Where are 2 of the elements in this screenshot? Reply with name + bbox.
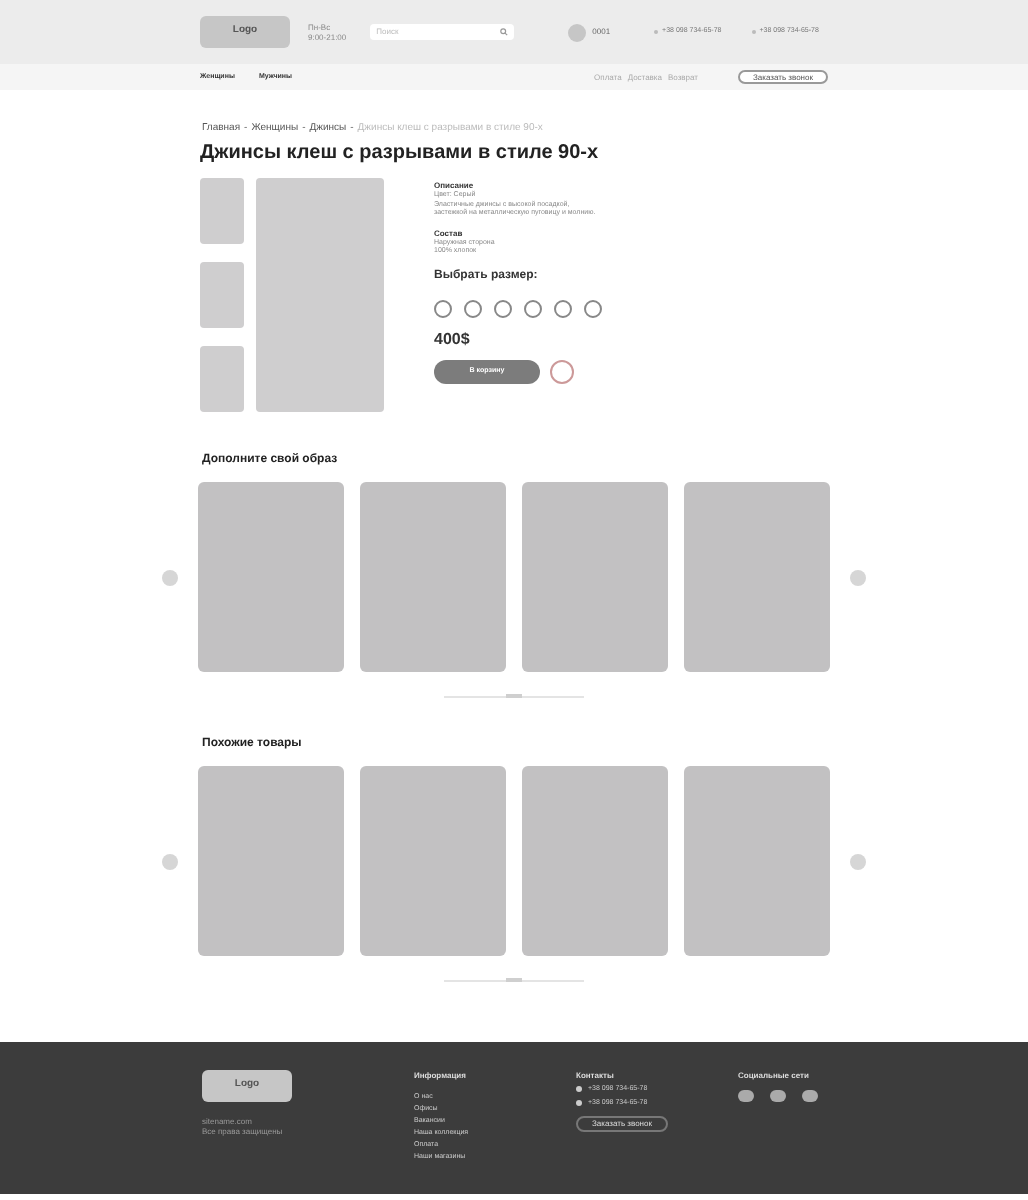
price: 400$ xyxy=(434,329,472,347)
product-title: Джинсы клеш с разрывами в стиле 90-х xyxy=(198,142,601,166)
